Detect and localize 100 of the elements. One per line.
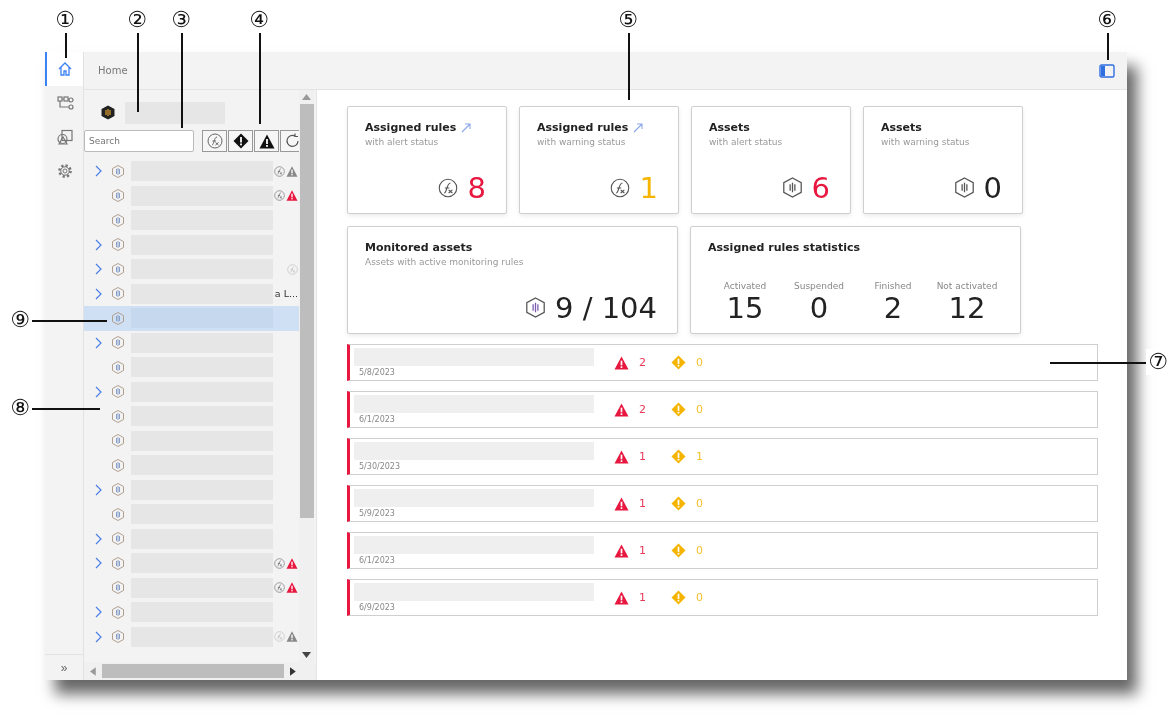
asset-icon [112, 483, 124, 497]
chevron-icon[interactable] [94, 263, 102, 276]
alert-icon [614, 402, 629, 417]
card-subtitle: Assets with active monitoring rules [365, 257, 525, 267]
warning-icon [671, 355, 686, 370]
alert-date: 6/1/2023 [358, 415, 396, 424]
alert-row[interactable]: 5/9/2023 1 0 [347, 485, 1098, 522]
asset-icon [112, 164, 124, 178]
stat-label: Not activated [936, 280, 998, 291]
alert-count: 1 [639, 591, 647, 604]
function-icon [437, 177, 458, 198]
stat-value: 2 [883, 292, 903, 323]
warning-count: 0 [696, 544, 704, 557]
leader-line [32, 408, 100, 410]
shapes-icon [56, 129, 74, 145]
alert-date: 6/9/2023 [358, 603, 396, 612]
summary-card[interactable]: Assets with alert status 6 [691, 106, 851, 214]
summary-card[interactable]: Assets with warning status 0 [863, 106, 1023, 214]
chevron-icon[interactable] [94, 385, 102, 398]
alert-icon [614, 590, 629, 605]
warning-count: 0 [696, 497, 704, 510]
scroll-down-icon[interactable] [302, 652, 311, 658]
card-subtitle: with alert status [365, 137, 440, 147]
asset-icon [112, 311, 124, 325]
summary-card[interactable]: Assigned rules with warning status 1 [519, 106, 679, 214]
alert-icon [258, 133, 275, 149]
stat-label: Suspended [794, 280, 844, 291]
alert-count: 1 [639, 544, 647, 557]
chevron-icon[interactable] [94, 336, 102, 349]
tree-item-label: a L... [274, 288, 298, 300]
warning-icon [232, 133, 249, 149]
breadcrumb[interactable]: Home [98, 65, 128, 76]
alert-date: 5/9/2023 [358, 509, 396, 518]
alert-row[interactable]: 6/1/2023 1 0 [347, 532, 1098, 569]
chevron-icon[interactable] [94, 483, 102, 496]
search-field[interactable]: Search [84, 130, 194, 152]
nodes-icon [56, 95, 74, 111]
settings-icon [57, 163, 73, 179]
function-icon [206, 133, 223, 149]
asset-icon [112, 287, 124, 301]
chevron-icon[interactable] [94, 557, 102, 570]
warning-icon [671, 543, 686, 558]
asset-icon [112, 385, 124, 399]
alert-icon [614, 496, 629, 511]
filter-button[interactable] [280, 130, 299, 152]
card-title: Assigned rules statistics [708, 241, 861, 254]
scroll-left-icon[interactable] [90, 666, 96, 676]
alert-row[interactable]: 5/8/2023 2 0 [347, 344, 1098, 381]
stat-value: 12 [948, 292, 986, 323]
alert-row[interactable]: 5/30/2023 1 1 [347, 438, 1098, 475]
asset-icon [112, 605, 124, 619]
card-value: 9 / 104 [555, 292, 657, 323]
asset-icon [112, 630, 124, 644]
scroll-up-icon[interactable] [302, 94, 311, 100]
alert-count: 2 [639, 403, 647, 416]
function-icon [609, 177, 630, 198]
alert-row[interactable]: 6/9/2023 1 0 [347, 579, 1098, 616]
filter-button[interactable] [254, 130, 279, 152]
alert-date: 6/1/2023 [358, 556, 396, 565]
warning-count: 0 [696, 591, 704, 604]
card-title: Assigned rules [365, 121, 457, 134]
tree-item[interactable] [84, 306, 299, 331]
card-value: 0 [983, 172, 1002, 203]
chevron-icon[interactable] [94, 606, 102, 619]
card-subtitle: with warning status [537, 137, 627, 147]
warning-icon [671, 402, 686, 417]
chevron-icon[interactable] [94, 630, 102, 643]
alert-count: 2 [639, 356, 647, 369]
alert-icon [614, 543, 629, 558]
card-title: Assets [881, 121, 922, 134]
link-arrow-icon[interactable] [633, 122, 644, 133]
asset-icon [112, 581, 124, 595]
panel-toggle-icon[interactable] [1099, 63, 1115, 78]
chevron-icon[interactable] [94, 532, 102, 545]
card-value: 8 [467, 172, 486, 203]
asset-icon [112, 262, 124, 276]
link-arrow-icon[interactable] [461, 122, 472, 133]
asset-icon [112, 238, 124, 252]
asset-icon [954, 177, 974, 199]
chevron-icon[interactable] [94, 287, 102, 300]
leader-line [65, 32, 67, 58]
alert-icon [614, 355, 629, 370]
tree-item[interactable]: a L... [84, 281, 299, 306]
asset-icon [112, 507, 124, 521]
stat-value: 0 [809, 292, 829, 323]
chevron-icon[interactable] [94, 238, 102, 251]
scroll-right-icon[interactable] [290, 666, 296, 676]
warning-count: 1 [696, 450, 704, 463]
asset-icon [112, 336, 124, 350]
card-title: Monitored assets [365, 241, 474, 254]
alert-row[interactable]: 6/1/2023 2 0 [347, 391, 1098, 428]
leader-line [1107, 32, 1109, 60]
filter-button[interactable] [228, 130, 253, 152]
summary-card[interactable]: Assigned rules with alert status 8 [347, 106, 507, 214]
card-value: 1 [639, 172, 658, 203]
card-title: Assigned rules [537, 121, 629, 134]
stat-value: 15 [726, 292, 764, 323]
chevron-icon[interactable] [94, 165, 102, 178]
nav-button[interactable] [45, 52, 83, 86]
card-subtitle: with alert status [709, 137, 784, 147]
